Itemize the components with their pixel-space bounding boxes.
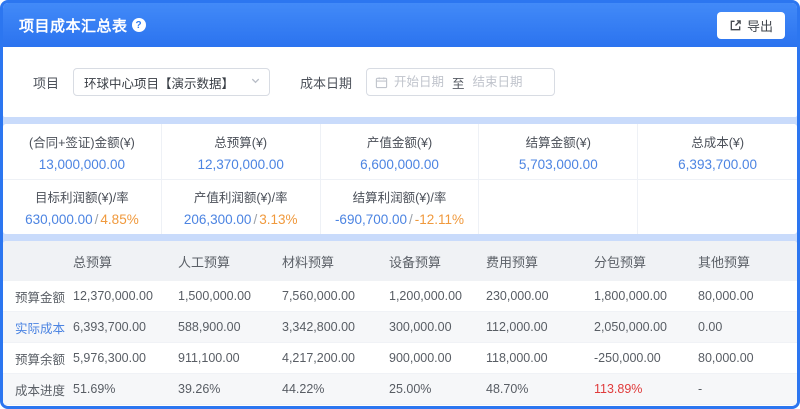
summary-label: 产值金额(¥): [367, 132, 432, 151]
table-cell: 12,370,000.00: [73, 289, 178, 303]
column-header-subcontract-budget: 分包预算: [594, 252, 698, 271]
summary-value: 6,600,000.00: [360, 157, 439, 172]
table-cell: 48.70%: [486, 382, 594, 396]
date-filter-label: 成本日期: [300, 73, 352, 92]
summary-value-pair: 630,000.00/4.85%: [25, 212, 139, 227]
summary-label: 总预算(¥): [214, 132, 267, 151]
table-cell: 51.69%: [73, 382, 178, 396]
column-header-material-budget: 材料预算: [282, 252, 389, 271]
summary-value: 12,370,000.00: [198, 157, 284, 172]
export-button[interactable]: 导出: [717, 12, 785, 39]
table-cell: 112,000.00: [486, 320, 594, 334]
table-row-budget-amount: 预算金额 12,370,000.00 1,500,000.00 7,560,00…: [3, 281, 797, 312]
table-cell: 4,217,200.00: [282, 351, 389, 365]
table-cell: 300,000.00: [389, 320, 486, 334]
date-range-picker[interactable]: 至: [366, 68, 555, 96]
summary-card-empty: [479, 180, 638, 234]
table-cell: -250,000.00: [594, 351, 698, 365]
table-row-actual-cost: 实际成本 6,393,700.00 588,900.00 3,342,800.0…: [3, 312, 797, 343]
table-cell: 230,000.00: [486, 289, 594, 303]
table-cell: 44.22%: [282, 382, 389, 396]
summary-value: 13,000,000.00: [39, 157, 125, 172]
column-header-total-budget: 总预算: [73, 252, 178, 271]
table-cell: -: [698, 382, 797, 396]
summary-row-amounts: (合同+签证)金额(¥) 13,000,000.00 总预算(¥) 12,370…: [3, 124, 797, 179]
column-header-labor-budget: 人工预算: [178, 252, 282, 271]
summary-label: 产值利润额(¥)/率: [194, 187, 288, 206]
column-header-other-budget: 其他预算: [698, 252, 797, 271]
table-cell: 5,976,300.00: [73, 351, 178, 365]
summary-card-total-cost: 总成本(¥) 6,393,700.00: [638, 124, 797, 179]
column-header-equipment-budget: 设备预算: [389, 252, 486, 271]
summary-value-pair: -690,700.00/-12.11%: [335, 212, 464, 227]
row-label: 预算余额: [15, 349, 73, 368]
summary-card-settlement-amount: 结算金额(¥) 5,703,000.00: [479, 124, 638, 179]
table-cell: 911,100.00: [178, 351, 282, 365]
table-cell: 3,342,800.00: [282, 320, 389, 334]
summary-card-output-profit: 产值利润额(¥)/率 206,300.00/3.13%: [162, 180, 321, 234]
summary-label: (合同+签证)金额(¥): [29, 132, 135, 151]
table-cell-over-budget: 113.89%: [594, 382, 698, 396]
summary-label: 目标利润额(¥)/率: [35, 187, 129, 206]
table-cell: 7,560,000.00: [282, 289, 389, 303]
table-row-cost-progress: 成本进度 51.69% 39.26% 44.22% 25.00% 48.70% …: [3, 374, 797, 405]
summary-card-empty: [638, 180, 797, 234]
calendar-icon: [375, 76, 388, 89]
table-cell: 2,050,000.00: [594, 320, 698, 334]
date-range-separator: 至: [450, 73, 467, 92]
page-title: 项目成本汇总表: [19, 15, 128, 36]
export-button-label: 导出: [747, 16, 773, 35]
summary-label: 结算利润额(¥)/率: [353, 187, 447, 206]
row-label-actual-cost-link[interactable]: 实际成本: [15, 318, 73, 337]
row-label: 预算金额: [15, 287, 73, 306]
date-start-input[interactable]: [388, 75, 450, 89]
table-cell: 80,000.00: [698, 351, 797, 365]
table-cell: 39.26%: [178, 382, 282, 396]
summary-card-total-budget: 总预算(¥) 12,370,000.00: [162, 124, 321, 179]
summary-value-pair: 206,300.00/3.13%: [184, 212, 298, 227]
table-cell: 118,000.00: [486, 351, 594, 365]
row-label: 成本进度: [15, 380, 73, 399]
summary-value: 5,703,000.00: [519, 157, 598, 172]
filter-bar: 项目 环球中心项目【演示数据】 成本日期 至: [3, 47, 797, 117]
summary-card-contract-amount: (合同+签证)金额(¥) 13,000,000.00: [3, 124, 162, 179]
title-bar: 项目成本汇总表 ? 导出: [3, 3, 797, 47]
table-cell: 80,000.00: [698, 289, 797, 303]
table-cell: 6,393,700.00: [73, 320, 178, 334]
table-cell: 25.00%: [389, 382, 486, 396]
summary-label: 结算金额(¥): [526, 132, 591, 151]
project-select[interactable]: 环球中心项目【演示数据】: [73, 68, 270, 96]
table-cell: 1,500,000.00: [178, 289, 282, 303]
chevron-down-icon: [250, 73, 261, 91]
summary-row-profits: 目标利润额(¥)/率 630,000.00/4.85% 产值利润额(¥)/率 2…: [3, 179, 797, 234]
summary-value: 6,393,700.00: [678, 157, 757, 172]
summary-card-output-amount: 产值金额(¥) 6,600,000.00: [321, 124, 480, 179]
project-select-value: 环球中心项目【演示数据】: [84, 73, 250, 92]
summary-card-settlement-profit: 结算利润额(¥)/率 -690,700.00/-12.11%: [321, 180, 480, 234]
summary-panel: (合同+签证)金额(¥) 13,000,000.00 总预算(¥) 12,370…: [3, 124, 797, 234]
table-cell: 900,000.00: [389, 351, 486, 365]
date-end-input[interactable]: [467, 75, 529, 89]
table-row-budget-balance: 预算余额 5,976,300.00 911,100.00 4,217,200.0…: [3, 343, 797, 374]
project-filter-label: 项目: [33, 73, 59, 92]
column-header-expense-budget: 费用预算: [486, 252, 594, 271]
table-cell: 1,800,000.00: [594, 289, 698, 303]
summary-label: 总成本(¥): [691, 132, 744, 151]
export-icon: [729, 19, 742, 32]
table-cell: 1,200,000.00: [389, 289, 486, 303]
budget-table: 总预算 人工预算 材料预算 设备预算 费用预算 分包预算 其他预算 预算金额 1…: [3, 241, 797, 406]
report-window: 项目成本汇总表 ? 导出 项目 环球中心项目【演示数据】 成本日期: [0, 0, 800, 409]
table-cell: 588,900.00: [178, 320, 282, 334]
table-header-row: 总预算 人工预算 材料预算 设备预算 费用预算 分包预算 其他预算: [3, 241, 797, 281]
table-cell: 0.00: [698, 320, 797, 334]
help-icon[interactable]: ?: [132, 18, 146, 32]
summary-card-target-profit: 目标利润额(¥)/率 630,000.00/4.85%: [3, 180, 162, 234]
